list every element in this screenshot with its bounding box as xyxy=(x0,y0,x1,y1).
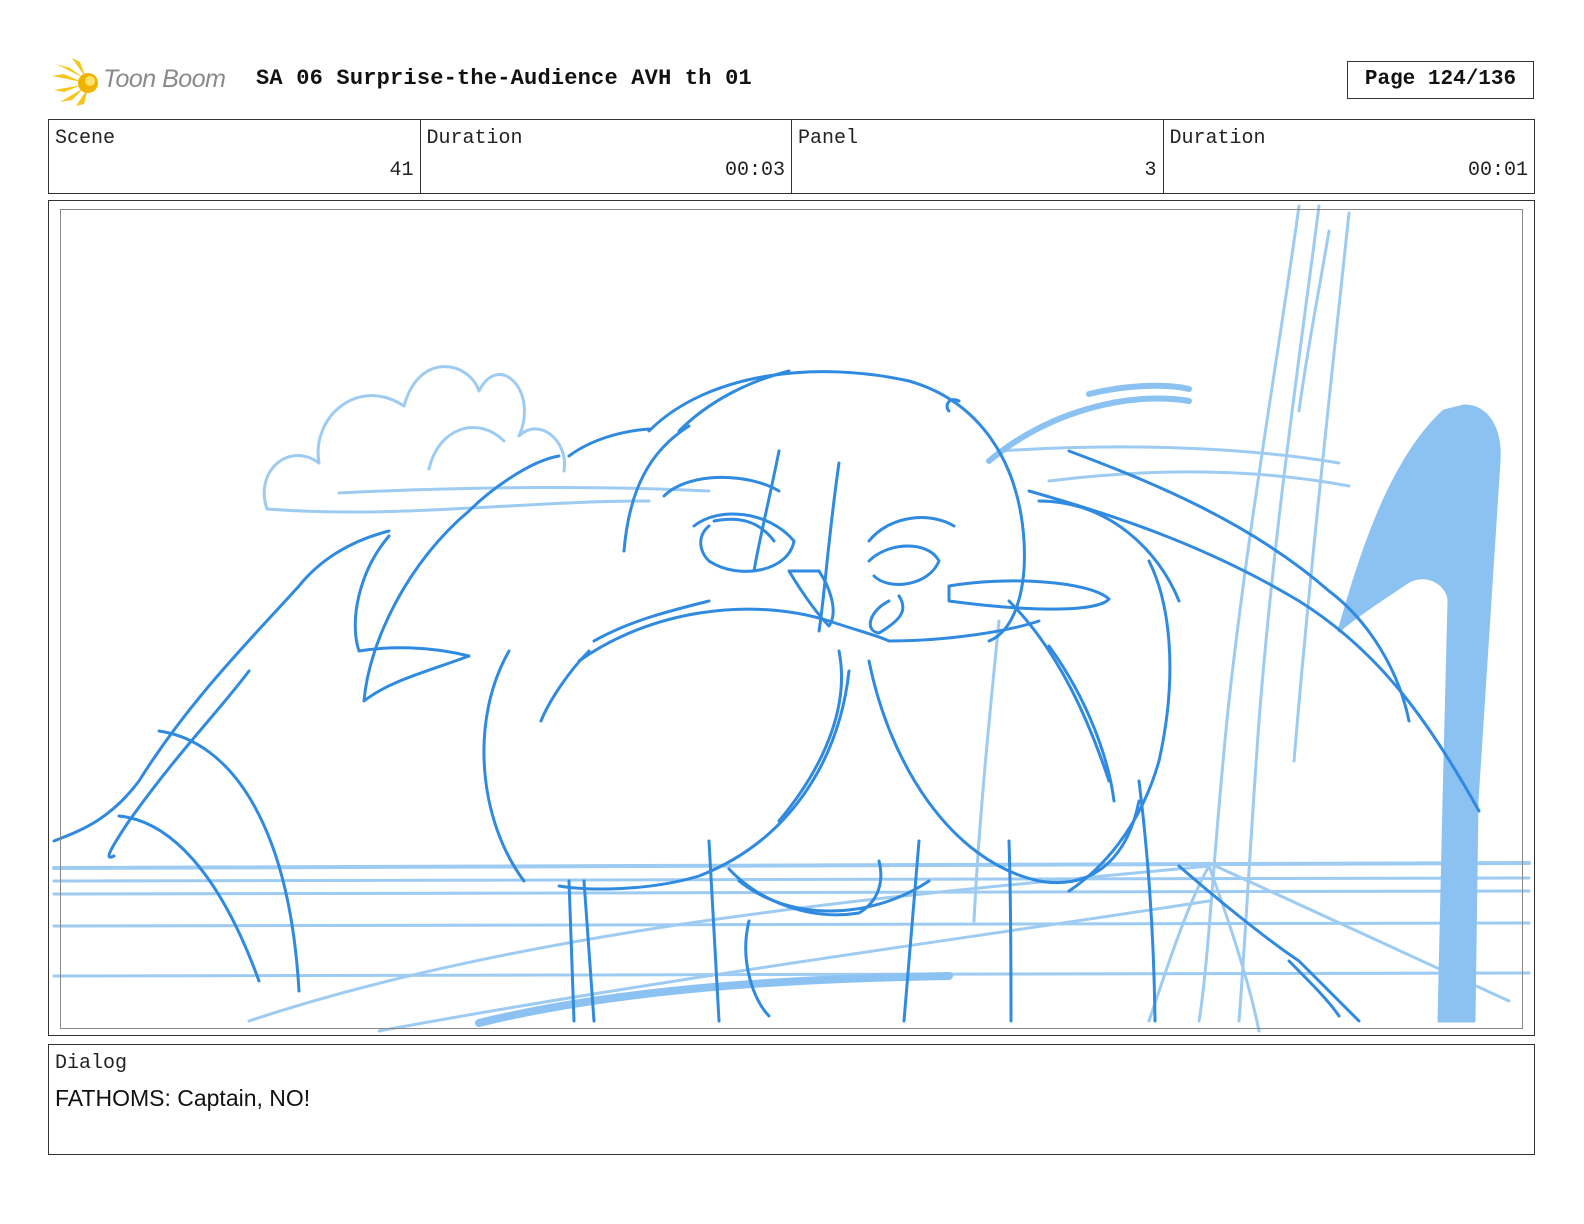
dialog-box: Dialog FATHOMS: Captain, NO! xyxy=(48,1044,1535,1155)
document-title: SA 06 Surprise-the-Audience AVH th 01 xyxy=(256,66,752,91)
scene-cell: Scene 41 xyxy=(49,120,421,193)
scene-value: 41 xyxy=(389,159,414,182)
scene-duration-label: Duration xyxy=(426,127,523,150)
dialog-text: FATHOMS: Captain, NO! xyxy=(55,1085,311,1111)
page-number: Page 124/136 xyxy=(1347,61,1534,99)
panel-duration-label: Duration xyxy=(1169,127,1266,150)
toon-boom-logo: Toon Boom xyxy=(50,56,240,108)
panel-sketch xyxy=(52,204,1531,1033)
info-strip: Scene 41 Duration 00:03 Panel 3 Duration… xyxy=(48,119,1535,194)
panel-duration-value: 00:01 xyxy=(1467,159,1528,182)
panel-cell: Panel 3 xyxy=(792,120,1164,193)
storyboard-panel xyxy=(48,200,1535,1036)
dialog-label: Dialog xyxy=(55,1052,128,1075)
panel-label: Panel xyxy=(798,127,859,150)
scene-duration-value: 00:03 xyxy=(724,159,785,182)
scene-duration-cell: Duration 00:03 xyxy=(421,120,792,193)
scene-label: Scene xyxy=(55,127,116,150)
panel-duration-cell: Duration 00:01 xyxy=(1164,120,1535,193)
toon-boom-burst-icon xyxy=(52,58,98,106)
panel-value: 3 xyxy=(1144,159,1157,182)
logo-text: Toon Boom xyxy=(103,65,226,93)
